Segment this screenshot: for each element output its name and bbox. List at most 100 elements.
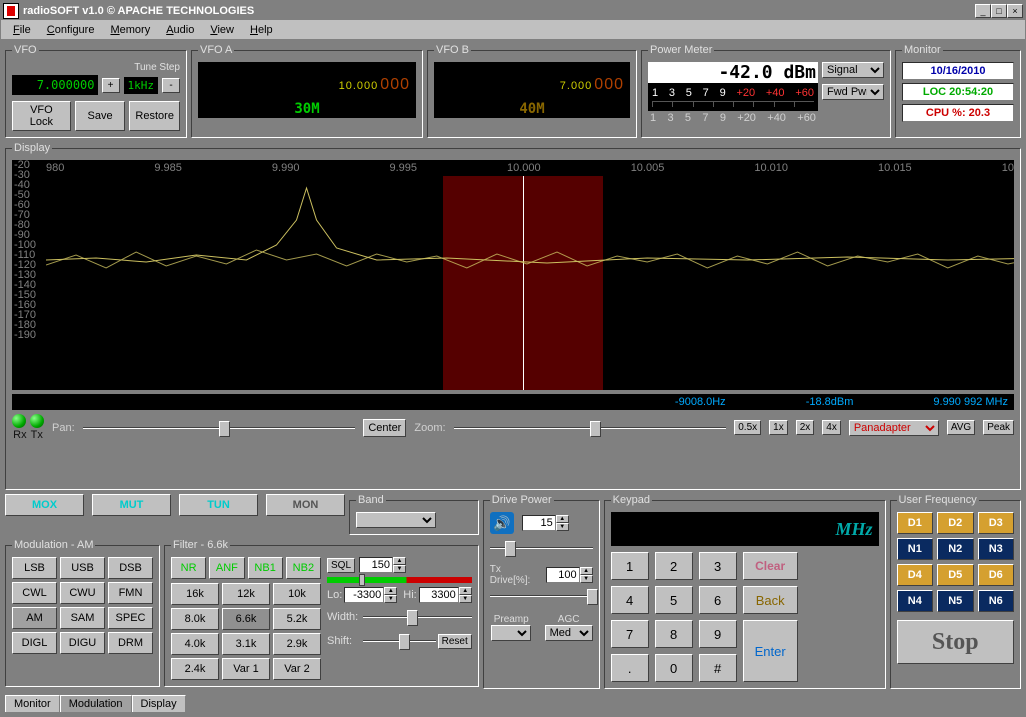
ufreq-n2[interactable]: N2 xyxy=(937,538,973,560)
display-mode-select[interactable]: Panadapter xyxy=(849,420,939,436)
menu-file[interactable]: File xyxy=(5,22,39,38)
signal-select[interactable]: Signal xyxy=(822,62,884,78)
vfo-a-freq[interactable]: 10.000000 xyxy=(198,62,416,98)
filter-nr[interactable]: NR xyxy=(171,557,206,579)
preamp-select[interactable] xyxy=(491,625,531,641)
filter-anf[interactable]: ANF xyxy=(209,557,244,579)
tun-button[interactable]: TUN xyxy=(179,494,258,516)
mox-button[interactable]: MOX xyxy=(5,494,84,516)
mon-button[interactable]: MON xyxy=(266,494,345,516)
key-dot[interactable]: . xyxy=(611,654,649,682)
menu-configure[interactable]: Configure xyxy=(39,22,103,38)
mod-spec[interactable]: SPEC xyxy=(108,607,153,629)
ufreq-d4[interactable]: D4 xyxy=(897,564,933,586)
key-hash[interactable]: # xyxy=(699,654,737,682)
mod-cwu[interactable]: CWU xyxy=(60,582,105,604)
ufreq-d6[interactable]: D6 xyxy=(978,564,1014,586)
mod-dsb[interactable]: DSB xyxy=(108,557,153,579)
key-3[interactable]: 3 xyxy=(699,552,737,580)
ufreq-d3[interactable]: D3 xyxy=(978,512,1014,534)
close-button[interactable]: × xyxy=(1007,4,1023,18)
ufreq-d2[interactable]: D2 xyxy=(937,512,973,534)
vfo-step-down[interactable]: - xyxy=(162,78,180,93)
ufreq-d1[interactable]: D1 xyxy=(897,512,933,534)
ufreq-n6[interactable]: N6 xyxy=(978,590,1014,612)
zoom-2x[interactable]: 2x xyxy=(796,420,815,435)
pan-slider[interactable] xyxy=(83,418,356,438)
ufreq-n4[interactable]: N4 xyxy=(897,590,933,612)
fw-31k[interactable]: 3.1k xyxy=(222,633,270,655)
menu-view[interactable]: View xyxy=(202,22,242,38)
fw-8k[interactable]: 8.0k xyxy=(171,608,219,630)
menu-memory[interactable]: Memory xyxy=(102,22,158,38)
key-8[interactable]: 8 xyxy=(655,620,693,648)
menu-audio[interactable]: Audio xyxy=(158,22,202,38)
tab-display[interactable]: Display xyxy=(132,695,186,712)
key-4[interactable]: 4 xyxy=(611,586,649,614)
fw-24k[interactable]: 2.4k xyxy=(171,658,219,680)
vfo-lock-button[interactable]: VFO Lock xyxy=(12,101,71,131)
spectrum-display[interactable]: -20-30-40-50-60-70-80-90-100-110-120-130… xyxy=(12,160,1014,390)
vfo-save-button[interactable]: Save xyxy=(75,101,126,131)
zoom-slider[interactable] xyxy=(454,418,727,438)
key-2[interactable]: 2 xyxy=(655,552,693,580)
menu-help[interactable]: Help xyxy=(242,22,281,38)
volume-slider[interactable] xyxy=(490,538,593,558)
mod-sam[interactable]: SAM xyxy=(60,607,105,629)
fw-16k[interactable]: 16k xyxy=(171,583,219,605)
width-slider[interactable] xyxy=(363,607,472,627)
sql-bar[interactable] xyxy=(327,577,472,583)
speaker-icon[interactable]: 🔊 xyxy=(490,512,514,534)
mod-fmn[interactable]: FMN xyxy=(108,582,153,604)
sql-spin[interactable]: ▲▼ xyxy=(359,557,406,573)
lo-spin[interactable]: ▲▼ xyxy=(344,587,397,603)
ufreq-n5[interactable]: N5 xyxy=(937,590,973,612)
fw-var2[interactable]: Var 2 xyxy=(273,658,321,680)
hi-spin[interactable]: ▲▼ xyxy=(419,587,472,603)
zoom-1x[interactable]: 1x xyxy=(769,420,788,435)
reset-button[interactable]: Reset xyxy=(438,634,472,649)
agc-select[interactable]: Med xyxy=(545,625,593,641)
key-back[interactable]: Back xyxy=(743,586,798,614)
mod-lsb[interactable]: LSB xyxy=(12,557,57,579)
fw-var1[interactable]: Var 1 xyxy=(222,658,270,680)
key-6[interactable]: 6 xyxy=(699,586,737,614)
key-5[interactable]: 5 xyxy=(655,586,693,614)
key-7[interactable]: 7 xyxy=(611,620,649,648)
minimize-button[interactable]: _ xyxy=(975,4,991,18)
key-1[interactable]: 1 xyxy=(611,552,649,580)
key-0[interactable]: 0 xyxy=(655,654,693,682)
fw-12k[interactable]: 12k xyxy=(222,583,270,605)
mod-digl[interactable]: DIGL xyxy=(12,632,57,654)
maximize-button[interactable]: □ xyxy=(991,4,1007,18)
key-clear[interactable]: Clear xyxy=(743,552,798,580)
mod-am[interactable]: AM xyxy=(12,607,57,629)
peak-button[interactable]: Peak xyxy=(983,420,1014,435)
tab-modulation[interactable]: Modulation xyxy=(60,695,132,712)
stop-button[interactable]: Stop xyxy=(897,620,1014,664)
mod-drm[interactable]: DRM xyxy=(108,632,153,654)
key-enter[interactable]: Enter xyxy=(743,620,798,682)
fw-52k[interactable]: 5.2k xyxy=(273,608,321,630)
center-button[interactable]: Center xyxy=(363,419,406,437)
ufreq-n3[interactable]: N3 xyxy=(978,538,1014,560)
vfo-restore-button[interactable]: Restore xyxy=(129,101,180,131)
ufreq-n1[interactable]: N1 xyxy=(897,538,933,560)
fw-4k[interactable]: 4.0k xyxy=(171,633,219,655)
fwdpwr-select[interactable]: Fwd Pwr xyxy=(822,84,884,100)
txdrive-spin[interactable]: ▲▼ xyxy=(546,567,593,583)
zoom-05x[interactable]: 0.5x xyxy=(734,420,761,435)
title-bar[interactable]: radioSOFT v1.0 © APACHE TECHNOLOGIES _ □… xyxy=(1,1,1025,20)
mut-button[interactable]: MUT xyxy=(92,494,171,516)
filter-nb1[interactable]: NB1 xyxy=(248,557,283,579)
tab-monitor[interactable]: Monitor xyxy=(5,695,60,712)
filter-nb2[interactable]: NB2 xyxy=(286,557,321,579)
band-select[interactable] xyxy=(356,512,436,528)
mod-digu[interactable]: DIGU xyxy=(60,632,105,654)
vfo-b-freq[interactable]: 7.000000 xyxy=(434,62,630,98)
mod-usb[interactable]: USB xyxy=(60,557,105,579)
volume-spin[interactable]: ▲▼ xyxy=(522,515,569,531)
txdrive-slider[interactable] xyxy=(490,586,593,606)
vfo-step-up[interactable]: + xyxy=(102,78,120,93)
shift-slider[interactable] xyxy=(363,631,436,651)
